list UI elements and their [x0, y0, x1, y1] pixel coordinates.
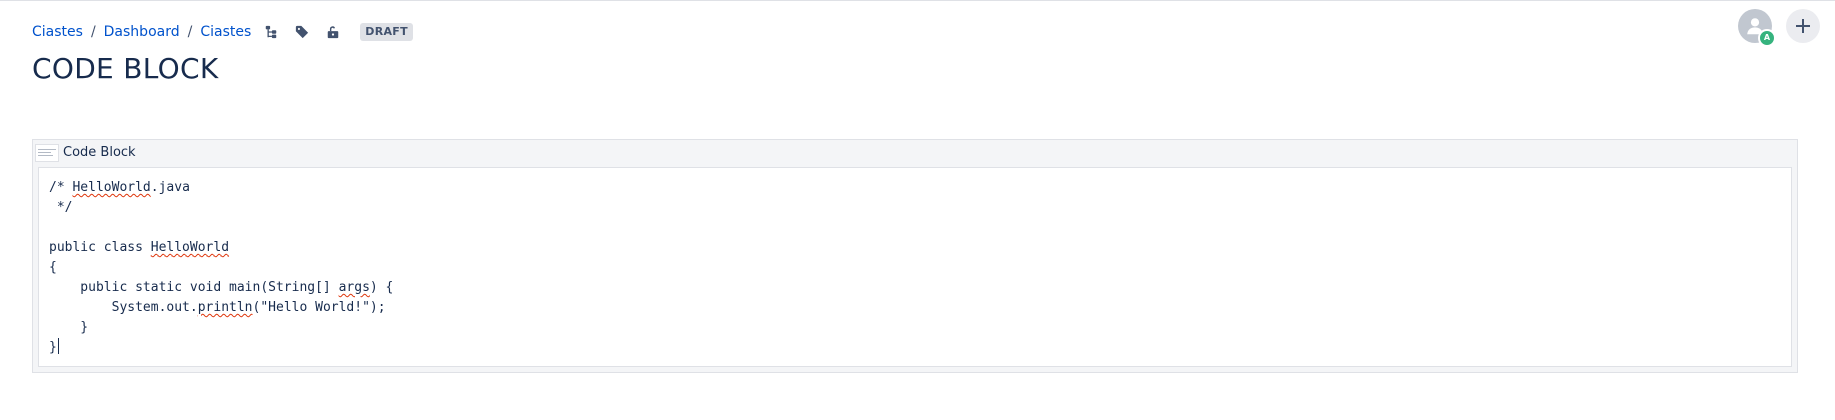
macro-title: Code Block — [63, 145, 136, 160]
code-line[interactable]: /* HelloWorld.java — [49, 178, 1781, 198]
create-button[interactable] — [1786, 9, 1820, 43]
page-title: CODE BLOCK — [32, 52, 219, 85]
status-badge: DRAFT — [360, 23, 413, 41]
page-tree-icon[interactable] — [260, 22, 282, 42]
breadcrumb: Ciastes / Dashboard / Ciastes DRAFT — [32, 22, 413, 42]
top-divider — [0, 0, 1835, 1]
breadcrumb-separator: / — [90, 24, 96, 40]
code-line[interactable]: } — [49, 338, 1781, 358]
code-line[interactable]: } — [49, 318, 1781, 338]
misspelled-word[interactable]: args — [339, 280, 370, 295]
unlock-icon[interactable] — [322, 22, 344, 42]
macro-header: Code Block — [33, 140, 1797, 165]
breadcrumb-item-dashboard[interactable]: Dashboard — [104, 24, 180, 40]
text-caret — [57, 338, 59, 354]
code-line[interactable] — [49, 218, 1781, 238]
code-line[interactable]: */ — [49, 198, 1781, 218]
code-line[interactable]: { — [49, 258, 1781, 278]
tag-icon[interactable] — [291, 22, 313, 42]
code-macro-icon — [35, 143, 59, 162]
breadcrumb-item-space[interactable]: Ciastes — [32, 24, 83, 40]
presence-badge: A — [1758, 29, 1776, 47]
code-line[interactable]: public class HelloWorld — [49, 238, 1781, 258]
breadcrumb-separator: / — [187, 24, 193, 40]
misspelled-word[interactable]: HelloWorld — [72, 180, 150, 195]
breadcrumb-item-parent[interactable]: Ciastes — [200, 24, 251, 40]
code-line[interactable]: public static void main(String[] args) { — [49, 278, 1781, 298]
plus-icon — [1796, 19, 1810, 33]
avatar[interactable]: A — [1738, 9, 1776, 47]
code-block-macro[interactable]: Code Block /* HelloWorld.java */ public c… — [32, 139, 1798, 373]
misspelled-word[interactable]: println — [198, 300, 253, 315]
code-editor[interactable]: /* HelloWorld.java */ public class HelloW… — [38, 167, 1792, 367]
code-line[interactable]: System.out.println("Hello World!"); — [49, 298, 1781, 318]
misspelled-word[interactable]: HelloWorld — [151, 240, 229, 255]
